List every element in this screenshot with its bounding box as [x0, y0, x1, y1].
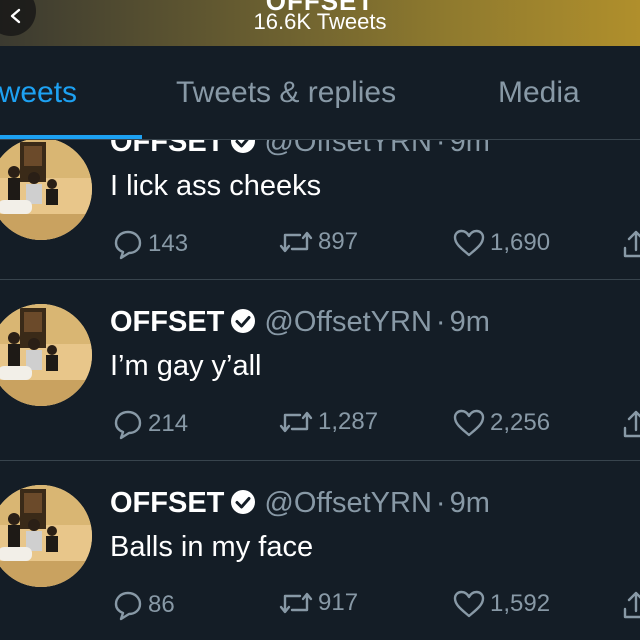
retweet-icon [279, 231, 313, 253]
profile-header: OFFSET 16.6K Tweets [0, 0, 640, 46]
share-icon [623, 591, 640, 619]
heart-icon [453, 590, 485, 618]
reply-icon [114, 230, 142, 260]
like-count: 2,256 [490, 409, 551, 436]
tab-media[interactable]: Media [498, 76, 580, 110]
like-count: 1,592 [490, 590, 551, 617]
tweet-handle[interactable]: @OffsetYRN [264, 487, 432, 519]
reply-icon [114, 591, 142, 621]
share-icon [623, 410, 640, 438]
like-button[interactable]: 1,690 [452, 228, 550, 258]
share-button[interactable] [622, 228, 640, 265]
avatar[interactable] [0, 304, 92, 406]
header-tweet-count: 16.6K Tweets [253, 9, 387, 34]
avatar-image [0, 140, 92, 240]
tweet[interactable]: OFFSET @OffsetYRN · 9m I lick ass cheeks 14… [0, 140, 640, 280]
avatar[interactable] [0, 140, 92, 240]
verified-badge-icon [231, 490, 256, 514]
share-icon [623, 230, 640, 258]
retweet-count: 897 [318, 228, 359, 255]
share-button[interactable] [622, 408, 640, 445]
tweet-header: OFFSET @OffsetYRN · 9m [110, 487, 490, 520]
tweet-time[interactable]: 9m [450, 487, 490, 519]
like-button[interactable]: 2,256 [452, 408, 550, 438]
retweet-button[interactable]: 917 [278, 589, 358, 617]
verified-badge-icon [231, 309, 256, 333]
retweet-icon [279, 411, 313, 433]
tweet-handle[interactable]: @OffsetYRN [264, 140, 432, 158]
tweet-text[interactable]: Balls in my face [110, 531, 313, 564]
retweet-count: 1,287 [318, 408, 379, 435]
reply-count: 86 [148, 591, 175, 618]
separator-dot: · [435, 487, 446, 519]
tweet-time[interactable]: 9m [450, 140, 490, 158]
tweet-header: OFFSET @OffsetYRN · 9m [110, 140, 490, 159]
tweet-text[interactable]: I lick ass cheeks [110, 170, 321, 203]
reply-button[interactable]: 143 [112, 228, 188, 260]
tweet-author-name[interactable]: OFFSET [110, 306, 224, 338]
like-count: 1,690 [490, 229, 551, 256]
heart-icon [453, 409, 485, 437]
avatar[interactable] [0, 485, 92, 587]
tweet-time[interactable]: 9m [450, 306, 490, 338]
tab-tweets[interactable]: Tweets [0, 76, 77, 110]
verified-badge-icon [231, 140, 256, 153]
tweet-author-name[interactable]: OFFSET [110, 140, 224, 158]
separator-dot: · [435, 140, 446, 158]
reply-icon [114, 410, 142, 440]
reply-button[interactable]: 86 [112, 589, 175, 621]
tweet[interactable]: OFFSET @OffsetYRN · 9m Balls in my face 86 … [0, 461, 640, 640]
tweet[interactable]: OFFSET @OffsetYRN · 9m I’m gay y’all 214 1,… [0, 280, 640, 461]
tweet-handle[interactable]: @OffsetYRN [264, 306, 432, 338]
separator-dot: · [435, 306, 446, 338]
heart-icon [453, 229, 485, 257]
avatar-image [0, 485, 92, 587]
retweet-count: 917 [318, 589, 359, 616]
tweet-author-name[interactable]: OFFSET [110, 487, 224, 519]
share-button[interactable] [622, 589, 640, 626]
profile-tabs: Tweets Tweets & replies Media [0, 46, 640, 140]
tab-tweets-and-replies[interactable]: Tweets & replies [176, 76, 396, 110]
tweet-text[interactable]: I’m gay y’all [110, 350, 262, 383]
tweet-header: OFFSET @OffsetYRN · 9m [110, 306, 490, 339]
active-tab-indicator [0, 135, 142, 139]
avatar-image [0, 304, 92, 406]
retweet-button[interactable]: 897 [278, 228, 358, 256]
retweet-button[interactable]: 1,287 [278, 408, 378, 436]
reply-count: 214 [148, 410, 189, 437]
reply-count: 143 [148, 230, 189, 257]
reply-button[interactable]: 214 [112, 408, 188, 440]
retweet-icon [279, 592, 313, 614]
like-button[interactable]: 1,592 [452, 589, 550, 619]
